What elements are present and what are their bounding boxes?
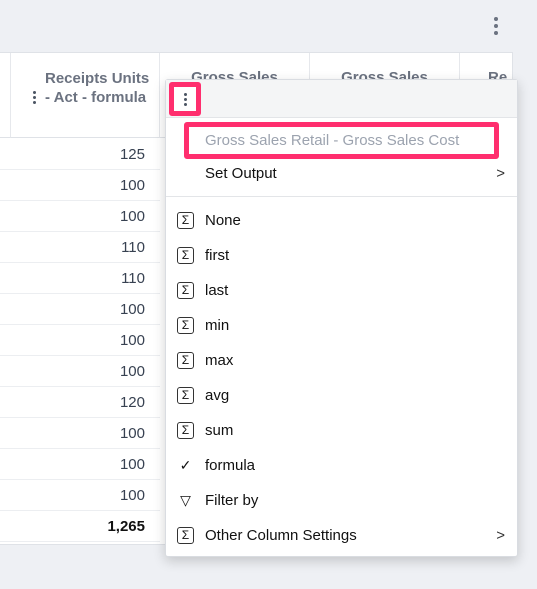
sigma-icon: Σ [177, 352, 194, 369]
column-header [0, 53, 11, 138]
menu-item-label: max [205, 352, 234, 369]
more-options-icon[interactable] [488, 14, 504, 38]
formula-field[interactable]: Gross Sales Retail - Gross Sales Cost [184, 122, 499, 159]
menu-item-label: Other Column Settings [205, 527, 357, 544]
menu-item-filter-by[interactable]: ▽ Filter by [166, 483, 517, 518]
menu-item-label: min [205, 317, 230, 334]
column-header-receipts[interactable]: Receipts Units - Act - formula [11, 53, 160, 138]
menu-item-last[interactable]: Σlast [166, 273, 517, 308]
sigma-icon: Σ [177, 387, 194, 404]
sigma-icon: Σ [177, 212, 194, 229]
menu-item-label: avg [205, 387, 230, 404]
menu-item-label: formula [205, 457, 256, 474]
table-row-cell: 125 [0, 139, 160, 170]
sigma-icon: Σ [177, 317, 194, 334]
total-cell: 1,265 [0, 511, 160, 542]
table-row-cell: 110 [0, 232, 160, 263]
menu-item-other-column-settings[interactable]: Σ Other Column Settings > [166, 518, 517, 553]
menu-item-label: sum [205, 422, 234, 439]
table-row-cell: 100 [0, 170, 160, 201]
menu-item-label: None [205, 212, 241, 229]
table-row-cell: 100 [0, 294, 160, 325]
column-menu-icon[interactable] [33, 91, 36, 104]
menu-item-avg[interactable]: Σavg [166, 378, 517, 413]
menu-item-label: Filter by [205, 492, 259, 509]
table-row-cell: 100 [0, 201, 160, 232]
table-row-cell: 110 [0, 263, 160, 294]
check-icon: ✓ [179, 457, 192, 473]
chevron-right-icon: > [496, 527, 505, 544]
chevron-right-icon: > [496, 165, 505, 182]
menu-item-label: last [205, 282, 229, 299]
set-output-label: Set Output [205, 165, 277, 182]
table-row-cell: 100 [0, 418, 160, 449]
set-output-menu-item[interactable]: Set Output > [166, 160, 517, 197]
sigma-icon: Σ [177, 247, 194, 264]
menu-item-min[interactable]: Σmin [166, 308, 517, 343]
menu-item-formula[interactable]: ✓ formula [166, 448, 517, 483]
menu-item-max[interactable]: Σmax [166, 343, 517, 378]
menu-item-none[interactable]: Σ None [166, 203, 517, 238]
sigma-icon: Σ [177, 527, 194, 544]
sigma-icon: Σ [177, 422, 194, 439]
table-row-cell: 100 [0, 325, 160, 356]
column-header-label: Receipts Units - Act - formula [45, 70, 150, 106]
menu-item-first[interactable]: Σfirst [166, 238, 517, 273]
sigma-icon: Σ [177, 282, 194, 299]
table-row-cell: 100 [0, 449, 160, 480]
menu-header [166, 80, 517, 118]
kebab-menu-icon[interactable] [169, 82, 201, 116]
column-menu: Gross Sales Retail - Gross Sales Cost Se… [165, 79, 518, 557]
filter-icon: ▽ [180, 492, 191, 508]
table-row-cell: 100 [0, 356, 160, 387]
menu-item-sum[interactable]: Σsum [166, 413, 517, 448]
table-row-cell: 120 [0, 387, 160, 418]
table-row-cell: 100 [0, 480, 160, 511]
menu-item-label: first [205, 247, 230, 264]
